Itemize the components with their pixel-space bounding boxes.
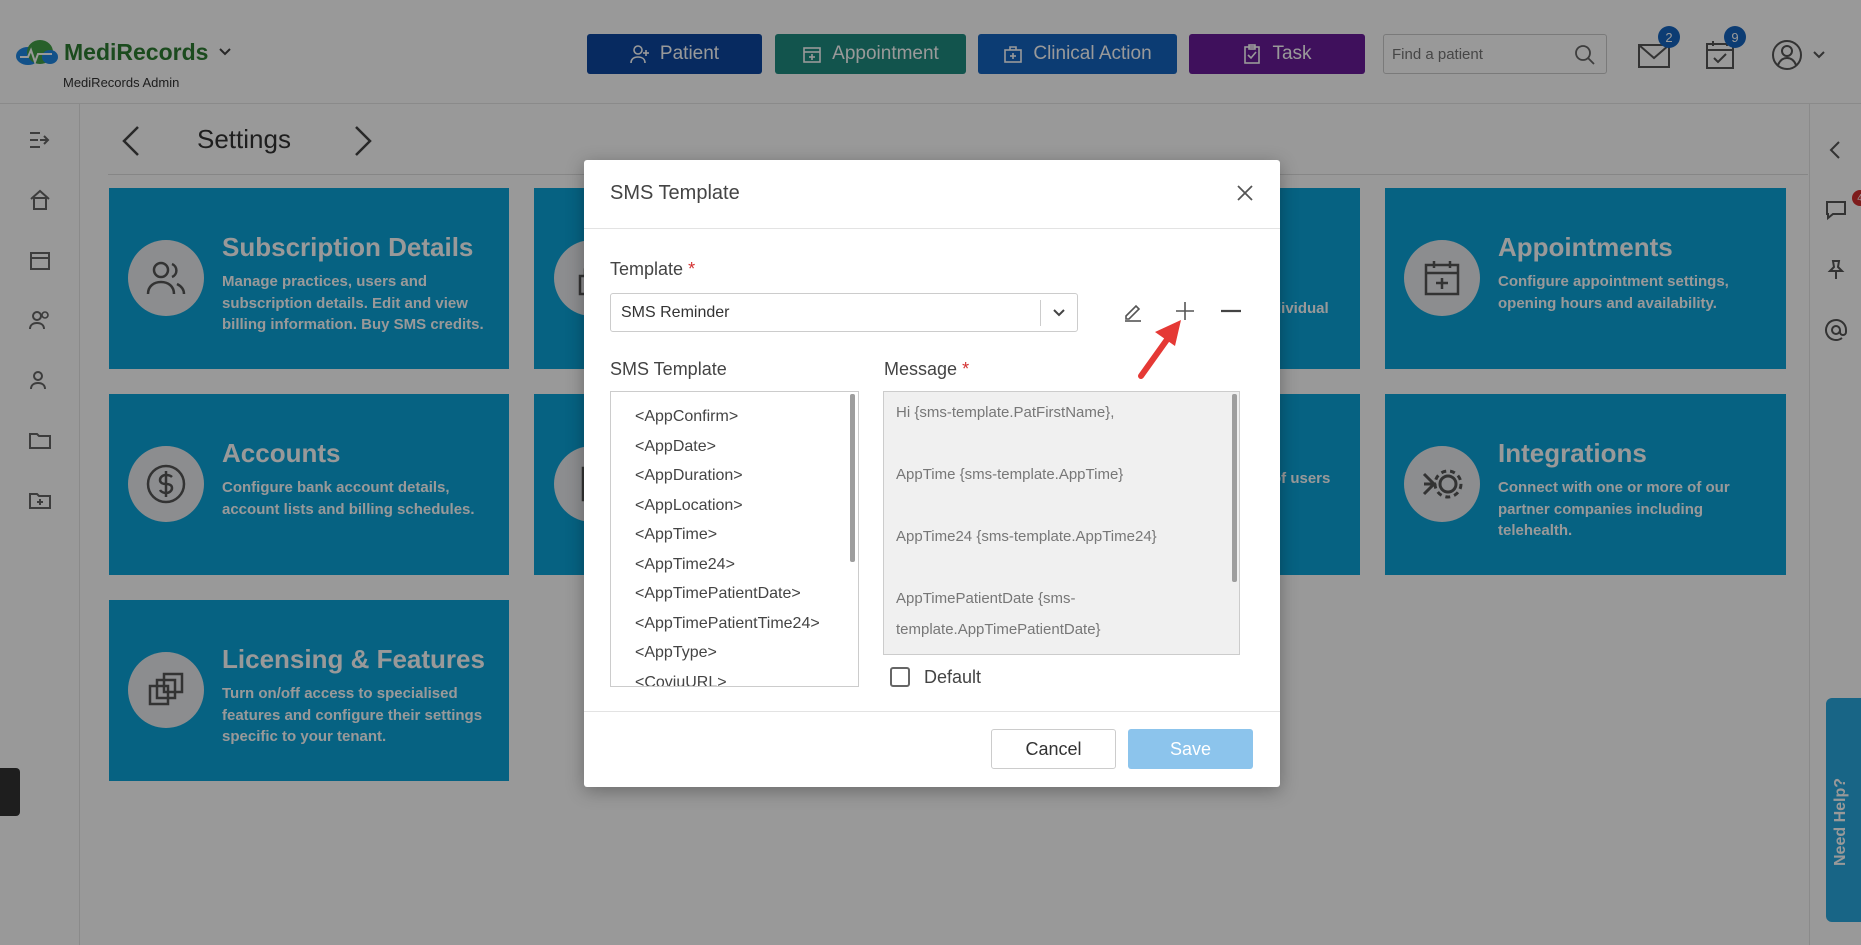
annotation-arrow-icon [1138, 320, 1181, 379]
tag-item[interactable]: <AppDuration> [635, 467, 743, 485]
dialog-title: SMS Template [610, 182, 740, 204]
template-label-text: Template [610, 259, 684, 279]
message-line: template.AppTimePatientDate} [896, 621, 1101, 638]
tag-item[interactable]: <CoviuURL> [635, 674, 727, 687]
template-select-value: SMS Reminder [621, 304, 730, 321]
message-line: AppTime {sms-template.AppTime} [896, 466, 1124, 483]
save-button[interactable]: Save [1128, 729, 1253, 769]
scrollbar[interactable] [850, 394, 855, 562]
close-icon[interactable] [1236, 184, 1254, 202]
chevron-down-icon[interactable] [1051, 305, 1067, 321]
message-textarea[interactable]: Hi {sms-template.PatFirstName}, AppTime … [883, 391, 1240, 655]
message-line: AppTime24 {sms-template.AppTime24} [896, 528, 1157, 545]
cancel-button[interactable]: Cancel [991, 729, 1116, 769]
tag-item[interactable]: <AppConfirm> [635, 408, 738, 426]
tag-item[interactable]: <AppType> [635, 644, 717, 662]
template-label: Template * [610, 259, 695, 280]
message-label: Message * [884, 359, 969, 380]
message-line: Hi {sms-template.PatFirstName}, [896, 404, 1115, 421]
divider [1040, 300, 1041, 326]
remove-template-icon[interactable] [1218, 298, 1244, 324]
default-label: Default [924, 667, 982, 687]
message-line: AppTimePatientDate {sms- [896, 590, 1076, 607]
sms-template-label: SMS Template [610, 359, 727, 379]
divider [584, 711, 1280, 712]
default-checkbox[interactable] [890, 667, 910, 687]
tag-item[interactable]: <AppTime24> [635, 556, 735, 574]
template-select[interactable]: SMS Reminder [610, 293, 1078, 332]
tag-item[interactable]: <AppDate> [635, 438, 716, 456]
required-marker: * [962, 359, 970, 379]
tag-item[interactable]: <AppTime> [635, 526, 717, 544]
tag-item[interactable]: <AppTimePatientTime24> [635, 615, 820, 633]
tag-item[interactable]: <AppTimePatientDate> [635, 585, 801, 603]
divider [584, 228, 1280, 229]
sms-template-dialog: SMS Template Template * SMS Reminder SMS… [584, 160, 1280, 787]
tag-item[interactable]: <AppLocation> [635, 497, 743, 515]
scrollbar[interactable] [1232, 394, 1237, 582]
template-tag-list[interactable]: <AppConfirm> <AppDate> <AppDuration> <Ap… [610, 391, 859, 687]
required-marker: * [688, 259, 696, 279]
message-label-text: Message [884, 359, 958, 379]
